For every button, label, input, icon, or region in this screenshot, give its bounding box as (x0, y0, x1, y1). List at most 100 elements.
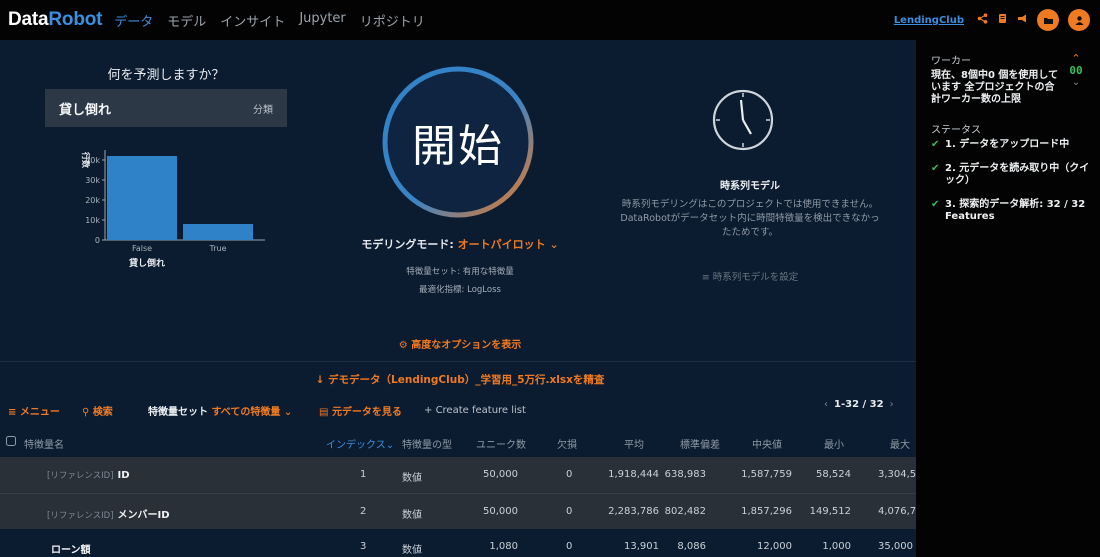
median-cell: 1,857,296 (741, 506, 792, 517)
nav-jupyter[interactable]: Jupyter (299, 11, 345, 30)
table-row[interactable]: [リファレンスID] メンバーID 2 数値 50,000 0 2,283,786… (0, 493, 923, 529)
y-tick-label: 30k (85, 176, 100, 185)
advanced-options-link[interactable]: ⚙ 高度なオプションを表示 (320, 336, 600, 351)
target-type: 分類 (253, 104, 273, 116)
gear-icon: ⚙ (398, 340, 412, 351)
histogram-svg: 010k20k30k40k行数False True貸し倒れ (81, 150, 265, 269)
next-page-icon[interactable]: › (890, 399, 894, 410)
col-feature-name[interactable]: 特徴量名 (24, 436, 64, 451)
index-cell: 1 (360, 469, 367, 480)
view-raw-data-button[interactable]: ▤ 元データを見る (319, 403, 402, 418)
reference-id-tag: [リファレンスID] (47, 511, 114, 521)
unique-cell: 50,000 (483, 469, 518, 480)
col-index[interactable]: インデックス⌄ (326, 436, 394, 451)
nav-data[interactable]: データ (114, 11, 153, 30)
featureset-selector[interactable]: 特徴量セット すべての特徴量 ⌄ (148, 403, 292, 418)
status-title: ステータス (931, 125, 981, 136)
chevron-down-icon: ⌄ (549, 238, 559, 251)
check-icon: ✔ (931, 139, 940, 150)
col-unique[interactable]: ユニーク数 (476, 436, 526, 451)
col-mean[interactable]: 平均 (624, 436, 644, 451)
col-max[interactable]: 最大 (890, 436, 910, 451)
target-name: 貸し倒れ (59, 102, 112, 118)
main-nav: データ モデル インサイト Jupyter リポジトリ (114, 11, 425, 30)
type-cell: 数値 (402, 510, 422, 521)
col-median[interactable]: 中央値 (752, 436, 782, 451)
median-cell: 1,587,759 (741, 469, 792, 480)
table-row[interactable]: [リファレンスID] ID 1 数値 50,000 0 1,918,444 638… (0, 457, 923, 493)
x-tick-label: False (132, 244, 152, 253)
metric-info: 最適化指標: LogLoss (419, 285, 501, 295)
view-raw-label: 元データを見る (331, 406, 402, 418)
feature-name-cell[interactable]: [リファレンスID] メンバーID (47, 506, 170, 521)
table-header: 特徴量名 インデックス⌄ 特徴量の型 ユニーク数 欠損 平均 標準偏差 中央値 … (0, 427, 916, 457)
y-tick-label: 0 (95, 236, 100, 245)
sort-icon: ⌄ (385, 440, 395, 451)
pager-label: 1-32 / 32 (834, 399, 884, 410)
feature-toolbar: ≡ メニュー ⚲ 検索 特徴量セット すべての特徴量 ⌄ ▤ 元データを見る +… (0, 399, 916, 421)
arrow-down-icon: ↓ (315, 374, 329, 386)
x-tick-label: True (209, 244, 227, 253)
nav-repository[interactable]: リポジトリ (360, 11, 425, 30)
search-icon: ⚲ (82, 406, 93, 418)
timeseries-settings-link[interactable]: ≡ 時系列モデルを設定 (660, 269, 840, 283)
status-step: ✔ 1. データをアップロード中 (931, 139, 1091, 151)
documents-icon[interactable] (997, 13, 1008, 27)
folder-icon[interactable] (1037, 9, 1059, 31)
settings-icon: ≡ (701, 272, 713, 283)
feature-name: ID (117, 470, 130, 481)
increase-workers-icon[interactable]: ⌃ (1066, 53, 1086, 64)
col-feature-type[interactable]: 特徴量の型 (402, 436, 452, 451)
histogram-bar[interactable] (183, 224, 253, 240)
search-button[interactable]: ⚲ 検索 (82, 403, 113, 418)
start-button[interactable]: 開始 (380, 64, 536, 220)
target-input[interactable]: 貸し倒れ 分類 (45, 89, 287, 127)
demo-data-link[interactable]: ↓ デモデータ（LendingClub）_学習用_5万行.xlsxを精査 (200, 372, 720, 387)
status-step-label: 1. データをアップロード中 (945, 139, 1070, 150)
nav-models[interactable]: モデル (167, 11, 206, 30)
prev-page-icon[interactable]: ‹ (824, 399, 828, 410)
datarobot-logo[interactable]: DataRobot (8, 9, 102, 31)
modeling-mode[interactable]: モデリングモード: オートパイロット ⌄ (360, 236, 560, 252)
status-step-label: 2. 元データを読み取り中（クイック） (945, 163, 1090, 186)
std-cell: 8,086 (677, 541, 706, 552)
timeseries-link-label: 時系列モデルを設定 (712, 272, 799, 283)
side-panel: ワーカー 現在、8個中0 個を使用しています 全プロジェクトの合計ワーカー数の上… (916, 40, 1100, 557)
table-row[interactable]: ローン額 3 数値 1,080 0 13,901 8,086 12,000 1,… (0, 529, 916, 557)
col-min[interactable]: 最小 (824, 436, 844, 451)
feature-name-cell[interactable]: ローン額 (47, 541, 91, 556)
std-cell: 638,983 (664, 469, 706, 480)
missing-cell: 0 (566, 541, 573, 552)
y-tick-label: 20k (85, 196, 100, 205)
nav-insights[interactable]: インサイト (220, 11, 285, 30)
menu-label: メニュー (19, 406, 60, 418)
median-cell: 12,000 (757, 541, 792, 552)
status-step: ✔ 3. 探索的データ解析: 32 / 32 Features (931, 199, 1091, 223)
histogram-bar[interactable] (107, 156, 177, 240)
unique-cell: 50,000 (483, 506, 518, 517)
modeling-mode-label: モデリングモード: (361, 238, 454, 251)
timeseries-description: 時系列モデリングはこのプロジェクトでは使用できません。DataRobotがデータ… (620, 199, 880, 238)
user-avatar-icon[interactable] (1068, 9, 1090, 31)
menu-button[interactable]: ≡ メニュー (8, 403, 60, 418)
type-cell: 数値 (402, 545, 422, 556)
decrease-workers-icon[interactable]: ⌄ (1066, 78, 1086, 88)
main-panel: 何を予測しますか？ 貸し倒れ 分類 0 10k 20k 30k 40k 行数 False Tr… (0, 40, 923, 557)
col-std[interactable]: 標準偏差 (680, 436, 720, 451)
divider (0, 361, 916, 362)
megaphone-icon[interactable] (1017, 13, 1028, 27)
col-missing[interactable]: 欠損 (557, 436, 577, 451)
feature-set-info: 特徴量セット: 有用な特徴量 (406, 267, 514, 277)
create-feature-list-button[interactable]: + Create feature list (424, 405, 526, 416)
project-name-link[interactable]: LendingClub (894, 15, 964, 26)
x-axis-label: 貸し倒れ (129, 257, 165, 269)
select-all-checkbox[interactable] (6, 436, 16, 449)
worker-count: 00 (1069, 64, 1083, 77)
target-question: 何を予測しますか？ (107, 68, 225, 83)
clock-icon (711, 88, 775, 155)
feature-name-cell[interactable]: [リファレンスID] ID (47, 469, 130, 481)
table-icon: ▤ (319, 406, 332, 418)
check-icon: ✔ (931, 163, 940, 174)
y-axis-label: 行数 (81, 151, 91, 169)
share-icon[interactable] (977, 13, 988, 27)
